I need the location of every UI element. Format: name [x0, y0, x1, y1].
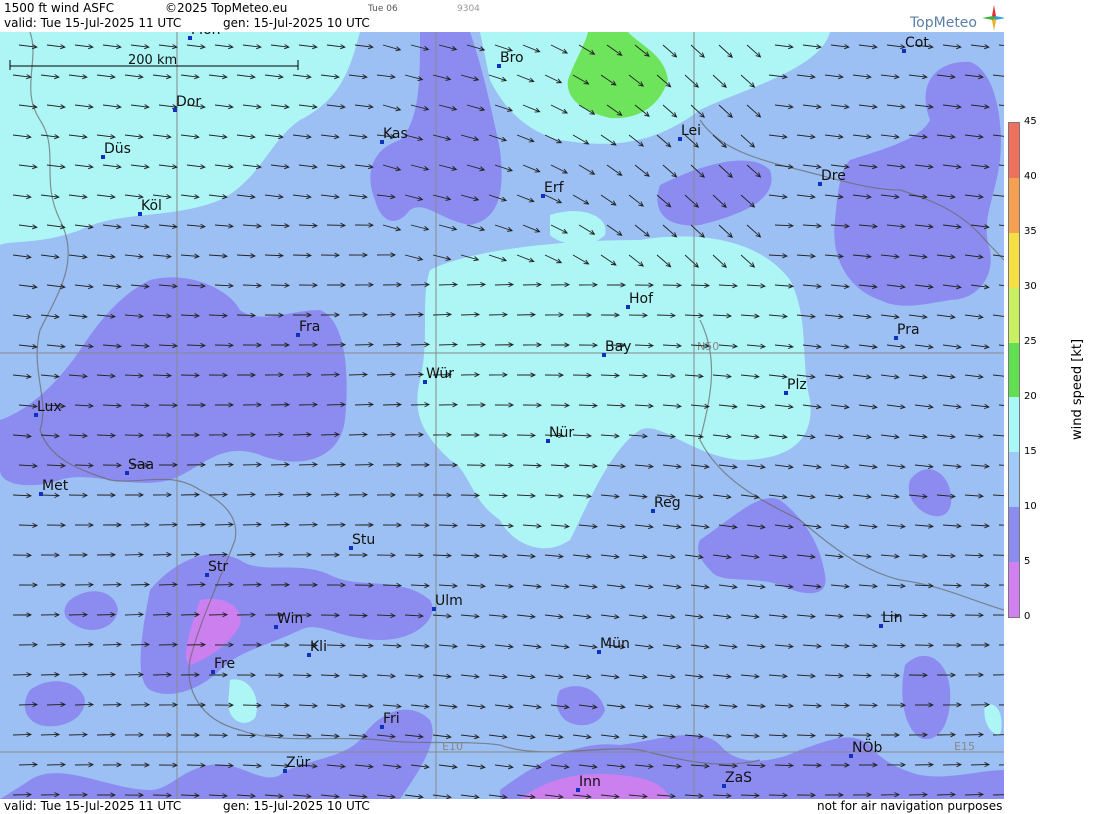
- colorbar-segment: [1009, 123, 1019, 179]
- map-header: 1500 ft wind ASFC ©2025 TopMeteo.eu Tue …: [0, 0, 1004, 32]
- city-label: Pra: [897, 322, 920, 338]
- footer-gen-time: gen: 15-Jul-2025 10 UTC: [223, 799, 370, 813]
- city-label: Reg: [654, 495, 681, 511]
- copyright: ©2025 TopMeteo.eu: [165, 1, 288, 15]
- logo-text: TopMeteo: [910, 15, 977, 31]
- colorbar: [1008, 122, 1020, 618]
- colorbar-tick-label: 45: [1024, 116, 1037, 127]
- map-footer: valid: Tue 15-Jul-2025 11 UTC gen: 15-Ju…: [0, 799, 1004, 814]
- city-label: Lux: [37, 399, 62, 415]
- colorbar-tick-label: 0: [1024, 611, 1031, 622]
- day-label: Tue 06: [368, 4, 398, 14]
- code-label: 9304: [457, 4, 480, 14]
- scale-label: 200 km: [128, 53, 177, 68]
- colorbar-segment: [1009, 232, 1019, 289]
- grid-label-lon2: E15: [954, 740, 975, 753]
- colorbar-tick-label: 10: [1024, 501, 1037, 512]
- colorbar-segment: [1009, 562, 1019, 618]
- city-label: Str: [208, 559, 228, 575]
- city-label: Lin: [882, 610, 903, 626]
- colorbar-tick-label: 20: [1024, 391, 1037, 402]
- colorbar-tick-label: 40: [1024, 171, 1037, 182]
- colorbar-tick-label: 35: [1024, 226, 1037, 237]
- map-canvas: N50 E10 E15 200 km MonBroCotDorKasLeiDüs…: [0, 32, 1004, 799]
- wind-map: N50 E10 E15 200 km MonBroCotDorKasLeiDüs…: [0, 32, 1004, 799]
- city-label: Bro: [500, 50, 524, 66]
- city-label: Saa: [128, 457, 154, 473]
- valid-time: valid: Tue 15-Jul-2025 11 UTC: [4, 16, 182, 30]
- city-label: Lei: [681, 123, 701, 139]
- map-title: 1500 ft wind ASFC: [4, 1, 115, 15]
- colorbar-segment: [1009, 397, 1019, 453]
- city-label: Hof: [629, 291, 654, 307]
- city-label: Plz: [787, 377, 807, 393]
- city-label: Fra: [299, 319, 320, 335]
- city-label: Kas: [383, 126, 408, 142]
- city-label: Nür: [549, 425, 574, 441]
- colorbar-segment: [1009, 452, 1019, 508]
- city-label: Win: [277, 611, 303, 627]
- city-label: Fre: [214, 656, 235, 672]
- footer-note: not for air navigation purposes: [817, 799, 1003, 813]
- city-label: Mon: [191, 32, 221, 38]
- city-label: Erf: [544, 180, 565, 196]
- city-label: Düs: [104, 141, 131, 157]
- city-label: Met: [42, 478, 69, 494]
- colorbar-title: wind speed [kt]: [1070, 338, 1085, 440]
- city-label: Inn: [579, 774, 601, 790]
- grid-label-lon1: E10: [442, 740, 463, 753]
- city-label: ZaS: [725, 770, 752, 786]
- city-label: Dor: [176, 94, 201, 110]
- gen-time: gen: 15-Jul-2025 10 UTC: [223, 16, 370, 30]
- colorbar-segment: [1009, 507, 1019, 563]
- city-label: Wür: [426, 366, 454, 382]
- city-label: Stu: [352, 532, 375, 548]
- colorbar-segment: [1009, 342, 1019, 398]
- city-label: Zür: [286, 755, 310, 771]
- city-label: Fri: [383, 711, 400, 727]
- colorbar-tick-label: 15: [1024, 446, 1037, 457]
- compass-icon: [982, 5, 1006, 31]
- city-label: Dre: [821, 168, 846, 184]
- colorbar-segment: [1009, 177, 1019, 234]
- city-label: Cot: [905, 35, 929, 51]
- city-label: Bay: [605, 339, 631, 355]
- city-label: Kli: [310, 639, 327, 655]
- colorbar-segment: [1009, 287, 1019, 344]
- colorbar-tick-label: 5: [1024, 556, 1031, 567]
- colorbar-tick-label: 30: [1024, 281, 1037, 292]
- colorbar-tick-label: 25: [1024, 336, 1037, 347]
- city-label: Mün: [600, 636, 630, 652]
- city-label: Köl: [141, 198, 162, 214]
- city-label: NÖb: [852, 738, 882, 756]
- city-label: Ulm: [435, 593, 463, 609]
- footer-valid-time: valid: Tue 15-Jul-2025 11 UTC: [4, 799, 182, 813]
